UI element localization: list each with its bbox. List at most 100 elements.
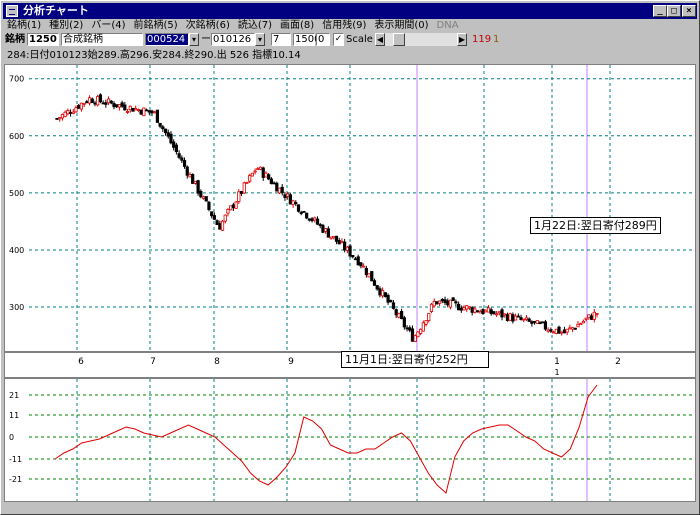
maximize-button[interactable]: □ xyxy=(667,5,681,17)
candle-body xyxy=(204,196,208,202)
num1-field[interactable]: 7 xyxy=(271,33,291,46)
candle-body xyxy=(524,317,529,320)
candle-body xyxy=(188,174,192,178)
candle-body xyxy=(332,236,336,239)
num2-field[interactable]: 1500 xyxy=(293,33,320,46)
scale-checkbox[interactable]: ✓ xyxy=(333,33,344,46)
candle-body xyxy=(451,297,455,302)
price-chart-panel[interactable]: 300 400 500 600 700 xyxy=(4,64,696,352)
indicator-line xyxy=(54,384,598,494)
menu-item-period[interactable]: 表示期間(0) xyxy=(370,19,432,33)
minimize-button[interactable]: _ xyxy=(653,5,667,17)
candle-body xyxy=(367,273,371,278)
menu-item-bar[interactable]: バー(4) xyxy=(87,19,129,33)
candle-body xyxy=(90,98,94,104)
candle-body xyxy=(484,309,488,313)
candle-body xyxy=(142,107,146,117)
candle-body xyxy=(115,104,119,108)
candle-body xyxy=(82,102,86,105)
x-tick-label: 9 xyxy=(288,357,294,367)
candle-body xyxy=(112,103,116,108)
menu-item-next[interactable]: 次銘柄(6) xyxy=(182,19,234,33)
scale-left-arrow[interactable]: ◀ xyxy=(375,33,385,46)
candle-body xyxy=(315,218,320,225)
annotation-nov1: 11月1日:翌日寄付252円 xyxy=(341,351,489,368)
start-date-field[interactable]: 000524 xyxy=(145,33,189,46)
close-button[interactable]: × xyxy=(682,5,696,17)
end-date-dropdown[interactable]: ▾ xyxy=(255,33,265,46)
end-date-field[interactable]: 010126 xyxy=(211,33,255,46)
x-tick-label: 1 xyxy=(554,357,560,367)
candle-body xyxy=(199,190,203,198)
value-1: 119 xyxy=(472,34,492,45)
menu-item-shubetsu[interactable]: 種別(2) xyxy=(45,19,87,33)
code-field[interactable]: 1250 xyxy=(27,33,59,46)
candle-body xyxy=(79,102,84,110)
name-field[interactable]: 合成銘柄 xyxy=(61,33,143,46)
candle-body xyxy=(543,321,548,330)
candle-body xyxy=(139,109,143,115)
scale-thumb[interactable] xyxy=(393,33,405,46)
candle-body xyxy=(470,307,474,313)
candle-body xyxy=(454,301,458,304)
candle-body xyxy=(96,95,100,106)
candle-body xyxy=(446,300,450,306)
candle-body xyxy=(155,109,160,123)
candle-body xyxy=(201,196,206,199)
candle-body xyxy=(337,240,341,245)
candle-body xyxy=(318,224,322,226)
candle-body xyxy=(560,331,564,334)
candle-body xyxy=(443,299,447,304)
candle-body xyxy=(381,290,385,297)
candle-body xyxy=(513,315,518,321)
indicator-y-tick-label: 0 xyxy=(9,433,14,442)
candle-body xyxy=(364,268,368,276)
menu-item-margin[interactable]: 信用残(9) xyxy=(318,19,370,33)
annotation-jan22: 1月22日:翌日寄付289円 xyxy=(530,217,661,234)
candle-body xyxy=(334,235,339,242)
scale-right-arrow[interactable]: ▶ xyxy=(457,33,467,46)
candle-body xyxy=(106,98,111,104)
candle-body xyxy=(144,109,149,112)
start-date-dropdown[interactable]: ▾ xyxy=(189,33,199,46)
candle-body xyxy=(63,111,67,117)
candle-body xyxy=(413,335,417,342)
candle-body xyxy=(568,327,572,330)
candle-body xyxy=(60,114,65,119)
candle-body xyxy=(264,172,268,178)
candle-body xyxy=(150,110,154,114)
y-tick-label: 500 xyxy=(9,189,24,198)
candle-body xyxy=(294,202,298,205)
candle-body xyxy=(291,200,295,206)
candle-body xyxy=(419,328,423,334)
candle-body xyxy=(321,224,325,233)
candle-body xyxy=(123,104,127,111)
candle-body xyxy=(250,172,254,177)
menu-item-meigara[interactable]: 銘柄(1) xyxy=(3,19,45,33)
y-tick-label: 300 xyxy=(9,303,24,312)
x-tick-label: 6 xyxy=(78,357,84,367)
menu-item-prev[interactable]: 前銘柄(5) xyxy=(130,19,182,33)
num3-field[interactable]: 0 xyxy=(316,33,330,46)
candle-body xyxy=(565,328,569,333)
candle-body xyxy=(58,117,62,120)
candle-body xyxy=(277,187,282,194)
menu-item-screen[interactable]: 画面(8) xyxy=(276,19,318,33)
candle-body xyxy=(239,191,244,194)
candle-body xyxy=(402,317,406,328)
menu-item-load[interactable]: 読込(7) xyxy=(234,19,276,33)
candle-body xyxy=(104,102,108,105)
candle-body xyxy=(288,194,292,205)
candle-body xyxy=(573,327,577,330)
y-tick-label: 600 xyxy=(9,132,24,141)
candle-body xyxy=(174,144,178,153)
indicator-panel[interactable]: 21 11 0 -11 -21 xyxy=(4,378,696,502)
candle-body xyxy=(258,166,263,170)
indicator-y-tick-label: -21 xyxy=(9,475,22,484)
y-tick-label: 400 xyxy=(9,246,24,255)
candle-body xyxy=(473,308,477,313)
candle-body xyxy=(492,311,496,315)
candle-body xyxy=(283,194,287,198)
candle-body xyxy=(522,318,526,321)
candle-body xyxy=(551,331,556,334)
